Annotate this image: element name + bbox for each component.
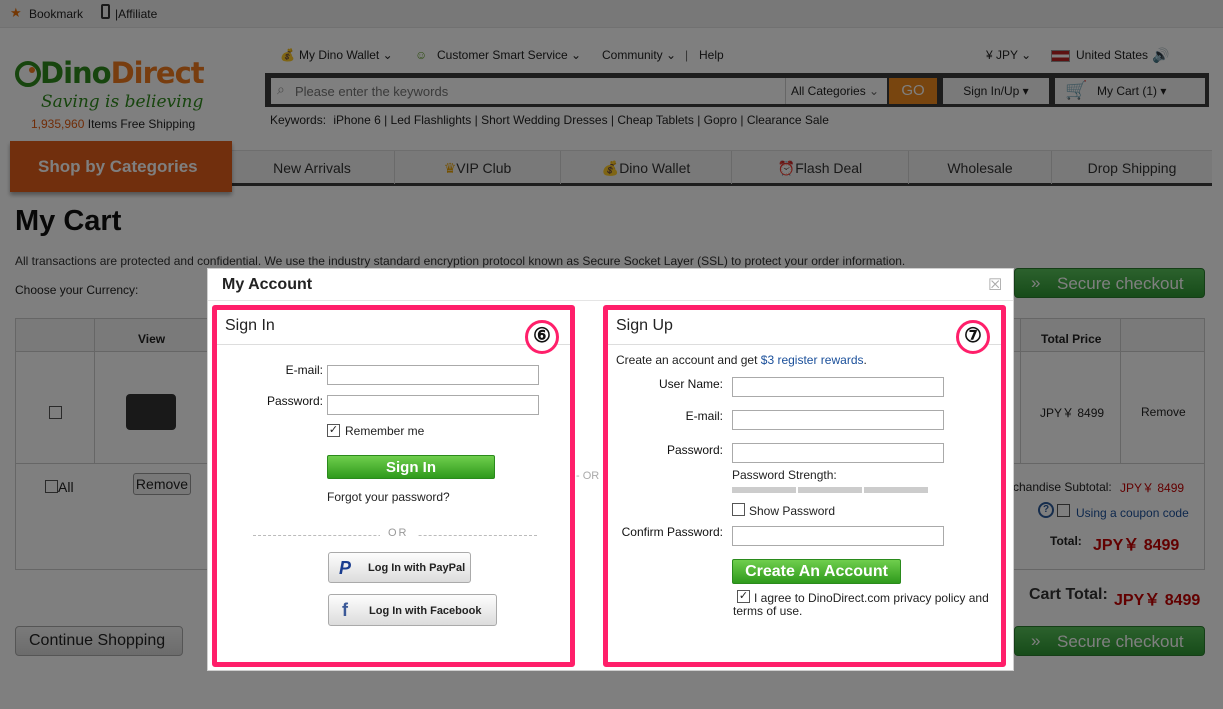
facebook-icon: f (342, 600, 348, 620)
show-password-checkbox[interactable] (732, 503, 745, 516)
register-rewards-link[interactable]: $3 register rewards (761, 353, 864, 367)
signup-email-label: E-mail: (685, 409, 723, 423)
or-separator: OR (380, 527, 417, 539)
agree-terms-label: I agree to DinoDirect.com privacy policy… (733, 591, 989, 618)
signin-email-field[interactable] (327, 365, 539, 385)
modal-title: My Account (222, 276, 313, 293)
sign-up-panel: Sign Up ⑦ Create an account and get $3 r… (603, 305, 1006, 667)
sign-up-title: Sign Up (616, 317, 673, 334)
username-label: User Name: (658, 377, 723, 391)
confirm-password-label: Confirm Password: (621, 525, 723, 539)
login-paypal-button[interactable]: P Log In with PayPal (328, 552, 471, 583)
sign-in-button[interactable]: Sign In (327, 455, 495, 479)
or-divider: - OR (576, 470, 600, 482)
my-account-modal: My Account ☒ - OR Sign In ⑥ E-mail: Pass… (207, 268, 1014, 671)
signup-password-field[interactable] (732, 443, 944, 463)
strength-bar (732, 487, 796, 493)
signup-email-field[interactable] (732, 410, 944, 430)
step-7-badge: ⑦ (956, 320, 990, 354)
sign-in-title: Sign In (225, 317, 275, 334)
signin-password-field[interactable] (327, 395, 539, 415)
show-password-label: Show Password (749, 504, 836, 518)
paypal-icon: P (338, 558, 351, 578)
strength-bar (864, 487, 928, 493)
forgot-password-link[interactable]: Forgot your password? (327, 490, 450, 504)
password-strength-label: Password Strength: (732, 468, 837, 482)
step-6-badge: ⑥ (525, 320, 559, 354)
signup-password-label: Password: (666, 443, 723, 457)
sign-in-panel: Sign In ⑥ E-mail: Password: ✓ Remember m… (212, 305, 575, 667)
signup-intro: Create an account and get $3 register re… (616, 353, 867, 367)
create-account-button[interactable]: Create An Account (732, 559, 901, 584)
signup-username-field[interactable] (732, 377, 944, 397)
close-icon[interactable]: ☒ (988, 275, 1002, 295)
remember-me-label: Remember me (345, 424, 425, 438)
password-label: Password: (266, 394, 323, 408)
login-facebook-button[interactable]: f Log In with Facebook (328, 594, 497, 626)
confirm-password-field[interactable] (732, 526, 944, 546)
email-label: E-mail: (285, 363, 323, 377)
remember-me-checkbox[interactable]: ✓ (327, 424, 340, 437)
strength-bar (798, 487, 862, 493)
